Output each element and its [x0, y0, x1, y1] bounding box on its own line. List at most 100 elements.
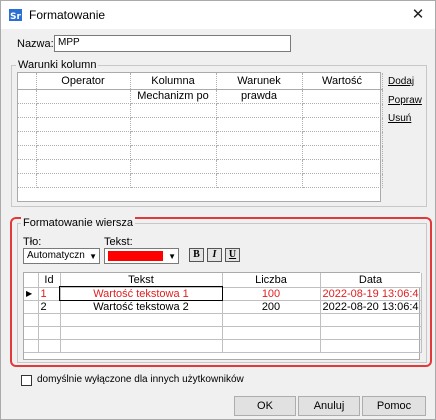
table-cell[interactable] — [216, 103, 303, 118]
table-cell[interactable] — [302, 173, 383, 188]
table-cell[interactable] — [18, 159, 37, 174]
table-cell[interactable] — [18, 103, 37, 118]
table-row[interactable] — [18, 117, 383, 132]
header-text[interactable]: Tekst — [60, 273, 223, 288]
table-row[interactable]: 2 Wartość tekstowa 2 200 2022-08-20 13:06:4 — [24, 300, 422, 314]
table-cell[interactable] — [18, 145, 37, 160]
bold-button[interactable]: B — [189, 248, 204, 262]
table-cell[interactable] — [36, 89, 131, 104]
id-cell[interactable] — [38, 313, 61, 327]
table-cell[interactable] — [216, 131, 303, 146]
number-cell[interactable]: 200 — [222, 300, 321, 314]
text-color-select[interactable]: ▼ — [104, 248, 179, 264]
table-cell[interactable] — [18, 89, 37, 104]
row-indicator — [24, 313, 39, 327]
id-cell[interactable]: 2 — [38, 300, 61, 314]
table-cell[interactable] — [18, 117, 37, 132]
italic-button[interactable]: I — [207, 248, 222, 262]
cancel-button[interactable]: Anuluj — [298, 396, 360, 416]
date-cell[interactable] — [320, 313, 422, 327]
edit-link[interactable]: Popraw — [388, 95, 422, 106]
table-cell[interactable] — [302, 145, 383, 160]
table-cell[interactable] — [216, 117, 303, 132]
number-cell[interactable] — [222, 339, 321, 353]
id-cell[interactable]: 1 — [38, 287, 61, 301]
table-cell[interactable] — [130, 145, 217, 160]
header-value[interactable]: Wartość — [302, 73, 383, 90]
date-cell[interactable] — [320, 339, 422, 353]
table-cell[interactable] — [302, 103, 383, 118]
table-row[interactable] — [18, 173, 383, 188]
ok-button[interactable]: OK — [234, 396, 296, 416]
number-cell[interactable]: 100 — [222, 287, 321, 301]
underline-button[interactable]: U — [225, 248, 240, 262]
preview-grid[interactable]: Id Tekst Liczba Data ▶ 1 Wartość tekstowa … — [23, 272, 422, 360]
table-cell[interactable] — [130, 103, 217, 118]
header-column[interactable]: Kolumna — [130, 73, 217, 90]
svg-text:Sr: Sr — [10, 12, 21, 21]
date-cell[interactable] — [320, 326, 422, 340]
table-cell[interactable] — [18, 173, 37, 188]
number-cell[interactable] — [222, 313, 321, 327]
table-row[interactable]: Mechanizm po prawda — [18, 89, 383, 104]
background-label: Tło: — [23, 236, 42, 248]
table-cell[interactable] — [130, 173, 217, 188]
chevron-down-icon: ▼ — [168, 252, 176, 261]
name-input[interactable]: MPP — [54, 35, 291, 52]
id-cell[interactable] — [38, 339, 61, 353]
table-cell[interactable] — [36, 103, 131, 118]
table-cell[interactable] — [302, 89, 383, 104]
header-id[interactable]: Id — [38, 273, 61, 288]
table-row[interactable] — [18, 159, 383, 174]
date-cell[interactable]: 2022-08-19 13:06:4 — [320, 287, 422, 301]
table-cell[interactable] — [36, 159, 131, 174]
table-cell[interactable] — [302, 117, 383, 132]
table-cell[interactable] — [36, 131, 131, 146]
text-cell[interactable] — [60, 313, 223, 327]
help-button[interactable]: Pomoc — [362, 396, 426, 416]
table-row[interactable] — [24, 313, 422, 327]
close-icon[interactable]: ✕ — [405, 4, 431, 26]
row-indicator — [24, 300, 39, 314]
column-conditions-caption: Warunki kolumn — [16, 59, 99, 71]
add-link[interactable]: Dodaj — [388, 76, 414, 87]
table-row[interactable] — [18, 103, 383, 118]
table-row[interactable]: ▶ 1 Wartość tekstowa 1 100 2022-08-19 13:06:… — [24, 286, 422, 301]
table-row[interactable] — [18, 131, 383, 146]
number-cell[interactable] — [222, 326, 321, 340]
table-cell[interactable] — [18, 131, 37, 146]
text-cell[interactable] — [60, 339, 223, 353]
table-cell[interactable] — [36, 117, 131, 132]
header-condition[interactable]: Warunek — [216, 73, 303, 90]
disabled-for-others-checkbox[interactable] — [21, 375, 32, 386]
table-cell[interactable] — [36, 145, 131, 160]
table-cell[interactable] — [130, 131, 217, 146]
table-cell[interactable]: prawda — [216, 89, 303, 104]
date-cell[interactable]: 2022-08-20 13:06:4 — [320, 300, 422, 314]
id-cell[interactable] — [38, 326, 61, 340]
table-cell[interactable] — [130, 117, 217, 132]
text-cell[interactable]: Wartość tekstowa 1 — [59, 286, 223, 301]
table-row[interactable] — [24, 326, 422, 340]
table-row[interactable] — [18, 145, 383, 160]
background-select[interactable]: Automatyczn ▼ — [23, 248, 100, 264]
table-cell[interactable] — [216, 173, 303, 188]
table-cell[interactable] — [130, 159, 217, 174]
table-cell[interactable] — [36, 173, 131, 188]
table-cell[interactable]: Mechanizm po — [130, 89, 217, 104]
table-cell[interactable] — [302, 131, 383, 146]
delete-link[interactable]: Usuń — [388, 113, 411, 124]
sr-app-icon: Sr — [9, 9, 22, 21]
table-cell[interactable] — [302, 159, 383, 174]
text-cell[interactable]: Wartość tekstowa 2 — [60, 300, 223, 314]
table-cell[interactable] — [216, 159, 303, 174]
header-date[interactable]: Data — [320, 273, 422, 288]
column-conditions-grid[interactable]: Operator Kolumna Warunek Wartość Mechani… — [17, 72, 383, 202]
current-row-indicator-icon: ▶ — [24, 287, 39, 301]
background-select-value: Automatyczn — [27, 250, 85, 261]
table-row[interactable] — [24, 339, 422, 353]
header-number[interactable]: Liczba — [222, 273, 321, 288]
table-cell[interactable] — [216, 145, 303, 160]
header-operator[interactable]: Operator — [36, 73, 131, 90]
text-cell[interactable] — [60, 326, 223, 340]
